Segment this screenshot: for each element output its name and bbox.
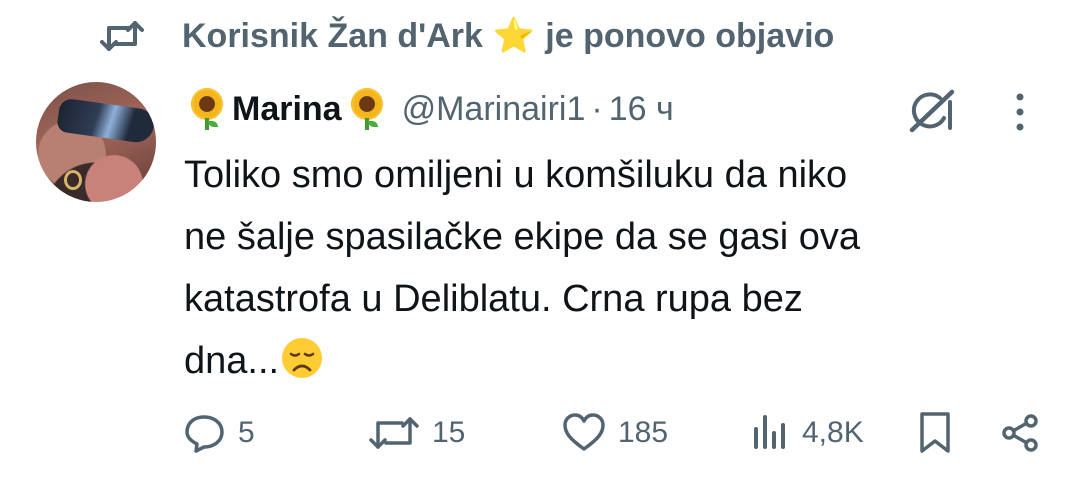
repost-icon bbox=[100, 19, 144, 53]
reply-count: 5 bbox=[238, 416, 255, 449]
tweet-text-line: dna... bbox=[184, 340, 280, 382]
like-count: 185 bbox=[618, 416, 669, 449]
disappointed-face-emoji-icon bbox=[281, 336, 323, 378]
repost-user-text[interactable]: Korisnik Žan d'Ark bbox=[182, 17, 483, 56]
share-button[interactable] bbox=[1000, 408, 1040, 458]
sunflower-emoji-icon bbox=[350, 88, 384, 130]
tweet-text-line: Toliko smo omiljeni u komšiluku da niko bbox=[184, 154, 848, 196]
separator-dot: · bbox=[591, 89, 603, 128]
action-bar: 5 15 185 4,8K bbox=[180, 408, 1050, 458]
repost-icon bbox=[369, 417, 419, 449]
display-name[interactable]: Marina bbox=[232, 90, 342, 129]
views-chart-icon bbox=[754, 415, 785, 449]
repost-button[interactable]: 15 bbox=[368, 408, 465, 458]
tweet-text: Toliko smo omiljeni u komšiluku da niko … bbox=[184, 144, 1014, 392]
tweet-text-line: katastrofa u Deliblatu. Crna rupa bez bbox=[184, 278, 803, 320]
tweet-text-last-line: dna... bbox=[184, 330, 1014, 392]
reply-button[interactable]: 5 bbox=[184, 408, 255, 458]
heart-icon bbox=[563, 413, 605, 451]
grok-icon[interactable] bbox=[906, 88, 958, 134]
repost-suffix-text: je ponovo objavio bbox=[545, 16, 835, 55]
star-emoji: ⭐ bbox=[492, 17, 536, 55]
avatar[interactable] bbox=[36, 82, 156, 202]
tweet-header: Marina @Marinairi1 · 16 ч bbox=[186, 84, 674, 134]
avatar-sunglasses bbox=[56, 97, 156, 145]
timestamp[interactable]: 16 ч bbox=[609, 90, 674, 129]
sunflower-emoji-icon bbox=[190, 88, 224, 130]
bookmark-icon bbox=[920, 412, 950, 453]
repost-header[interactable]: Korisnik Žan d'Ark ⭐ je ponovo objavio bbox=[100, 12, 834, 60]
more-options-icon[interactable] bbox=[1008, 92, 1032, 132]
reply-icon bbox=[185, 415, 224, 453]
tweet-text-line: ne šalje spasilačke ekipe da se gasi ova bbox=[184, 216, 860, 258]
views-button[interactable]: 4,8K bbox=[750, 408, 864, 458]
like-button[interactable]: 185 bbox=[562, 408, 668, 458]
avatar-earring bbox=[64, 170, 82, 190]
user-handle[interactable]: @Marinairi1 bbox=[402, 90, 586, 129]
views-count: 4,8K bbox=[802, 416, 864, 449]
bookmark-button[interactable] bbox=[918, 408, 952, 458]
repost-count: 15 bbox=[432, 416, 466, 449]
share-icon bbox=[1002, 414, 1038, 452]
